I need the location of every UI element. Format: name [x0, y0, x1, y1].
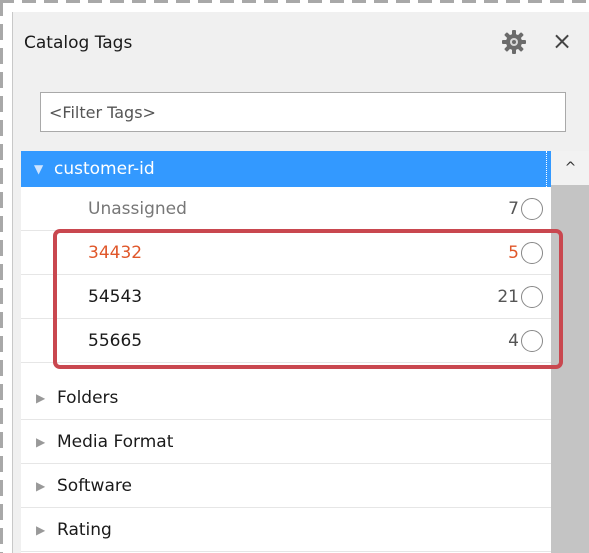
catalog-tags-panel: Catalog Tags × <Filter Tags> ▼ customer-…: [12, 12, 589, 553]
panel-title: Catalog Tags: [24, 33, 133, 53]
scroll-up-arrow-icon[interactable]: ^: [551, 151, 589, 185]
tag-radio-button[interactable]: [521, 198, 543, 220]
tag-count: 5: [508, 243, 519, 263]
collapsed-triangle-icon[interactable]: ▶: [36, 376, 45, 420]
panel-titlebar: Catalog Tags ×: [13, 12, 589, 74]
tree-group-label: Rating: [57, 520, 112, 540]
vertical-scrollbar[interactable]: ^: [551, 151, 589, 553]
tag-tree: ▼ customer-id Unassigned 7 34432 5 54543…: [21, 151, 551, 553]
tree-group-label: Folders: [57, 388, 119, 408]
tag-label: 34432: [88, 243, 143, 263]
tree-group-label: Media Format: [57, 432, 174, 452]
close-icon[interactable]: ×: [547, 26, 577, 56]
tag-radio-button[interactable]: [521, 286, 543, 308]
collapsed-triangle-icon[interactable]: ▶: [36, 464, 45, 508]
tag-label: 55665: [88, 331, 143, 351]
dashed-top-border: [0, 0, 589, 12]
tree-group-folders[interactable]: ▶ Folders: [21, 376, 551, 420]
filter-tags-field[interactable]: [40, 92, 566, 132]
filter-tags-input[interactable]: [41, 93, 565, 131]
tree-group-rating[interactable]: ▶ Rating: [21, 508, 551, 552]
tag-label: 54543: [88, 287, 143, 307]
dashed-left-border: [0, 0, 12, 553]
tag-radio-button[interactable]: [521, 330, 543, 352]
tag-row-34432[interactable]: 34432 5: [21, 231, 551, 275]
tag-row-54543[interactable]: 54543 21: [21, 275, 551, 319]
tree-group-label: customer-id: [54, 159, 155, 179]
tag-count: 7: [508, 199, 519, 219]
tag-row-55665[interactable]: 55665 4: [21, 319, 551, 363]
expanded-triangle-icon[interactable]: ▼: [34, 151, 43, 187]
tree-group-media-format[interactable]: ▶ Media Format: [21, 420, 551, 464]
tag-count: 21: [497, 287, 519, 307]
tree-group-label: Software: [57, 476, 132, 496]
tree-group-software[interactable]: ▶ Software: [21, 464, 551, 508]
tag-radio-button[interactable]: [521, 242, 543, 264]
tree-group-customer-id[interactable]: ▼ customer-id: [21, 151, 551, 187]
collapsed-triangle-icon[interactable]: ▶: [36, 420, 45, 464]
tag-row-unassigned[interactable]: Unassigned 7: [21, 187, 551, 231]
tag-count: 4: [508, 331, 519, 351]
gear-icon[interactable]: [501, 29, 527, 55]
collapsed-triangle-icon[interactable]: ▶: [36, 508, 45, 552]
tag-label: Unassigned: [88, 199, 187, 219]
scrollbar-thumb[interactable]: [551, 185, 589, 553]
